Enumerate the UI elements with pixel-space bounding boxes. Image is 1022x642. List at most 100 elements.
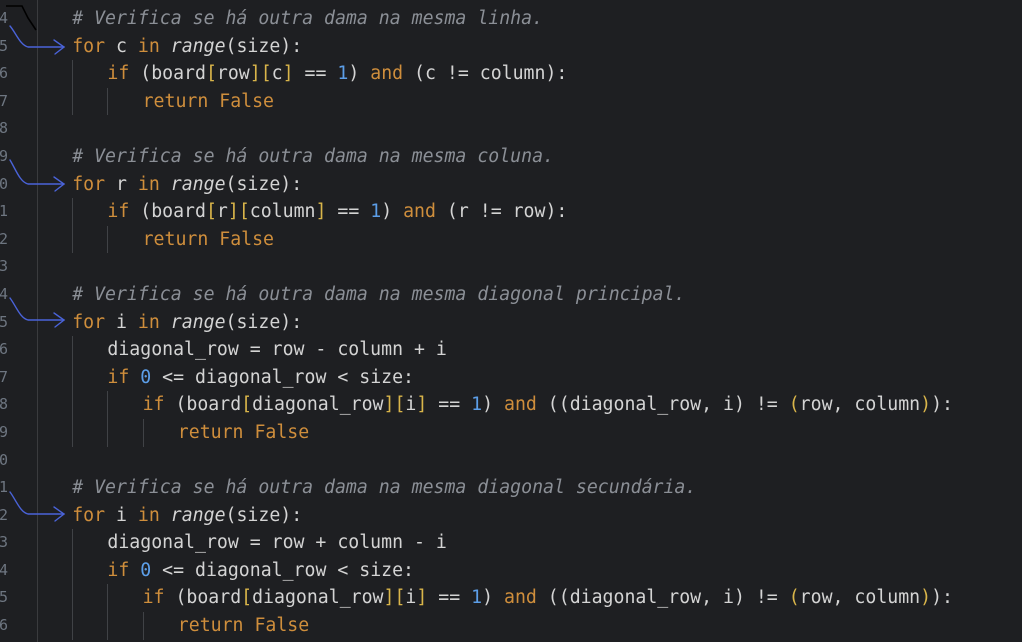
line-content: for i in range(size): — [72, 309, 302, 337]
line-content: if 0 <= diagonal_row < size: — [107, 557, 414, 585]
code-token: (board — [164, 587, 242, 609]
code-token: diagonal_row — [252, 394, 384, 416]
line-content: return False — [143, 226, 274, 254]
code-token: in — [137, 311, 160, 333]
code-token: ) — [920, 587, 932, 609]
indent-guide — [107, 584, 109, 613]
code-token: ] — [315, 201, 327, 223]
code-token: == — [427, 394, 472, 416]
indent-guide — [72, 225, 74, 254]
code-token: ] — [416, 394, 428, 416]
code-token: range — [170, 173, 226, 195]
code-editor[interactable]: 4 # Verifica se há outra dama na mesma li… — [0, 0, 1022, 642]
indent-guide — [72, 363, 74, 392]
code-token: [ — [205, 201, 217, 223]
code-token: ) — [482, 394, 504, 416]
code-token: <= diagonal_row < size: — [151, 559, 414, 581]
code-token: column — [249, 201, 316, 223]
code-token: == — [293, 63, 338, 85]
line-content: if (board[diagonal_row][i] == 1) and ((d… — [143, 584, 953, 612]
indent-guide — [72, 584, 74, 613]
code-token: False — [254, 421, 310, 443]
indent-guide — [72, 336, 74, 364]
code-token: and — [370, 63, 404, 85]
code-token: row, column — [799, 394, 921, 416]
code-token: ( — [788, 394, 800, 416]
code-token: in — [137, 504, 160, 526]
code-token: # Verifica se há outra dama na mesma lin… — [72, 8, 544, 29]
code-token: 1 — [471, 587, 483, 609]
code-token: ] — [249, 63, 261, 85]
code-token: in — [137, 35, 160, 57]
indent-guide — [72, 60, 74, 88]
line-content: return False — [178, 419, 309, 447]
line-number: 4 — [0, 284, 8, 303]
line-content: # Verifica se há outra dama na mesma col… — [72, 143, 554, 171]
code-token: ((diagonal_row, i) != — [536, 394, 789, 416]
code-token: i — [105, 311, 138, 333]
line-content: for r in range(size): — [72, 171, 302, 199]
code-token: and — [504, 587, 537, 609]
line-number: 0 — [0, 450, 8, 469]
code-token: if — [107, 63, 130, 85]
indent-guide — [142, 612, 144, 640]
line-number: 2 — [0, 229, 8, 248]
code-token: row, column — [799, 587, 921, 609]
code-token: ] — [383, 587, 395, 609]
code-token: i — [405, 394, 417, 416]
code-token: if — [142, 394, 165, 416]
line-content: for i in range(size): — [72, 502, 302, 530]
indent-guide — [107, 391, 109, 419]
indent-guide — [72, 612, 74, 640]
code-token: and — [504, 394, 537, 416]
line-content: for c in range(size): — [72, 33, 302, 61]
code-token: for — [72, 35, 106, 57]
code-token: == — [427, 587, 472, 609]
code-token: ] — [416, 587, 428, 609]
annotation-arrowhead — [53, 506, 66, 522]
code-token: row — [216, 63, 250, 85]
code-token: 1 — [337, 63, 349, 85]
line-content: diagonal_row = row - column + i — [107, 336, 446, 364]
code-token: [ — [205, 63, 217, 85]
code-token: 1 — [471, 394, 483, 416]
code-token: i — [405, 587, 417, 609]
code-token: False — [219, 228, 274, 250]
code-token: return — [142, 90, 209, 112]
line-number: 4 — [0, 560, 8, 579]
code-token: [ — [394, 394, 406, 416]
code-token: (size): — [225, 504, 303, 526]
code-token: (size): — [225, 35, 303, 57]
code-token: if — [107, 201, 130, 223]
code-token: == — [326, 201, 371, 223]
code-token: and — [403, 201, 436, 223]
line-number: 1 — [0, 202, 8, 221]
line-content: if (board[diagonal_row][i] == 1) and ((d… — [143, 391, 953, 419]
line-number: 5 — [0, 588, 8, 607]
code-token: if — [107, 559, 130, 581]
code-token: ( — [788, 587, 800, 609]
code-token: ] — [227, 201, 239, 223]
code-token: (size): — [225, 311, 303, 333]
code-token: <= diagonal_row < size: — [151, 366, 414, 388]
code-token: for — [72, 173, 106, 195]
line-number: 0 — [0, 174, 8, 193]
indent-guide — [72, 418, 74, 447]
code-token: (board — [164, 394, 242, 416]
code-token: ) — [920, 394, 932, 416]
line-number: 9 — [0, 422, 8, 441]
indent-guide — [72, 529, 74, 557]
code-token: (c != column): — [403, 63, 568, 85]
code-token: diagonal_row = row + column - i — [107, 532, 447, 554]
code-token: # Verifica se há outra dama na mesma col… — [72, 145, 554, 167]
line-content: # Verifica se há outra dama na mesma lin… — [72, 5, 543, 33]
line-number: 1 — [0, 478, 8, 497]
indent-guide — [72, 87, 74, 116]
indent-guide — [72, 198, 74, 226]
line-number: 4 — [0, 9, 8, 27]
line-content: if 0 <= diagonal_row < size: — [107, 364, 414, 392]
line-content: return False — [178, 612, 309, 640]
